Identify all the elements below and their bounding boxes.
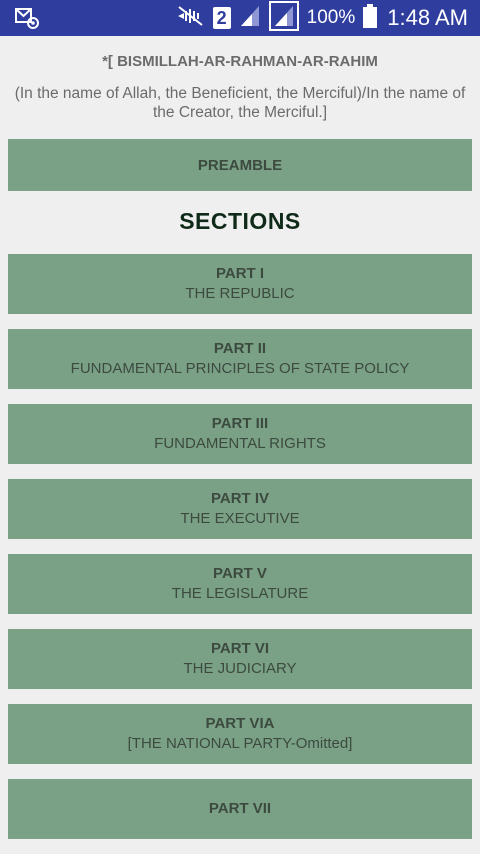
part-title: PART I bbox=[215, 265, 265, 282]
signal-icon bbox=[239, 4, 261, 33]
notification-email-icon bbox=[14, 6, 40, 30]
part-item-3[interactable]: PART III FUNDAMENTAL RIGHTS bbox=[8, 404, 472, 464]
bismillah-heading: *[ BISMILLAH-AR-RAHMAN-AR-RAHIM bbox=[102, 53, 378, 70]
part-subtitle: FUNDAMENTAL PRINCIPLES OF STATE POLICY bbox=[70, 360, 410, 377]
part-subtitle: THE LEGISLATURE bbox=[171, 585, 309, 602]
preamble-button[interactable]: PREAMBLE bbox=[8, 139, 472, 191]
part-item-4[interactable]: PART IV THE EXECUTIVE bbox=[8, 479, 472, 539]
part-title: PART VIA bbox=[205, 715, 275, 732]
battery-percent: 100% bbox=[306, 7, 356, 28]
sections-heading: SECTIONS bbox=[179, 208, 301, 234]
mute-icon bbox=[175, 5, 205, 32]
part-title: PART VII bbox=[208, 800, 272, 817]
clock: 1:48 AM bbox=[387, 5, 468, 30]
part-subtitle: THE REPUBLIC bbox=[185, 285, 295, 302]
part-title: PART II bbox=[213, 340, 267, 357]
signal-sim2-icon bbox=[268, 0, 299, 36]
part-item-6a[interactable]: PART VIA [THE NATIONAL PARTY-Omitted] bbox=[8, 704, 472, 764]
part-item-6[interactable]: PART VI THE JUDICIARY bbox=[8, 629, 472, 689]
part-subtitle: FUNDAMENTAL RIGHTS bbox=[154, 435, 326, 452]
part-item-5[interactable]: PART V THE LEGISLATURE bbox=[8, 554, 472, 614]
bismillah-meaning: (In the name of Allah, the Beneficient, … bbox=[14, 85, 466, 121]
parts-list: PART I THE REPUBLIC PART II FUNDAMENTAL … bbox=[8, 254, 472, 854]
part-title: PART V bbox=[213, 565, 267, 582]
sim-slot-badge: 2 bbox=[212, 7, 231, 29]
part-subtitle: [THE NATIONAL PARTY-Omitted] bbox=[127, 735, 353, 752]
part-title: PART VI bbox=[210, 640, 270, 657]
part-title: PART III bbox=[211, 415, 269, 432]
status-icons: 2 100% 1:48 AM bbox=[167, 0, 468, 36]
status-bar: 2 100% 1:48 AM bbox=[0, 0, 480, 36]
part-item-7[interactable]: PART VII bbox=[8, 779, 472, 839]
part-subtitle: THE JUDICIARY bbox=[183, 660, 297, 677]
part-item-1[interactable]: PART I THE REPUBLIC bbox=[8, 254, 472, 314]
part-subtitle: THE EXECUTIVE bbox=[180, 510, 300, 527]
part-item-2[interactable]: PART II FUNDAMENTAL PRINCIPLES OF STATE … bbox=[8, 329, 472, 389]
part-title: PART IV bbox=[210, 490, 270, 507]
battery-icon bbox=[363, 3, 378, 33]
